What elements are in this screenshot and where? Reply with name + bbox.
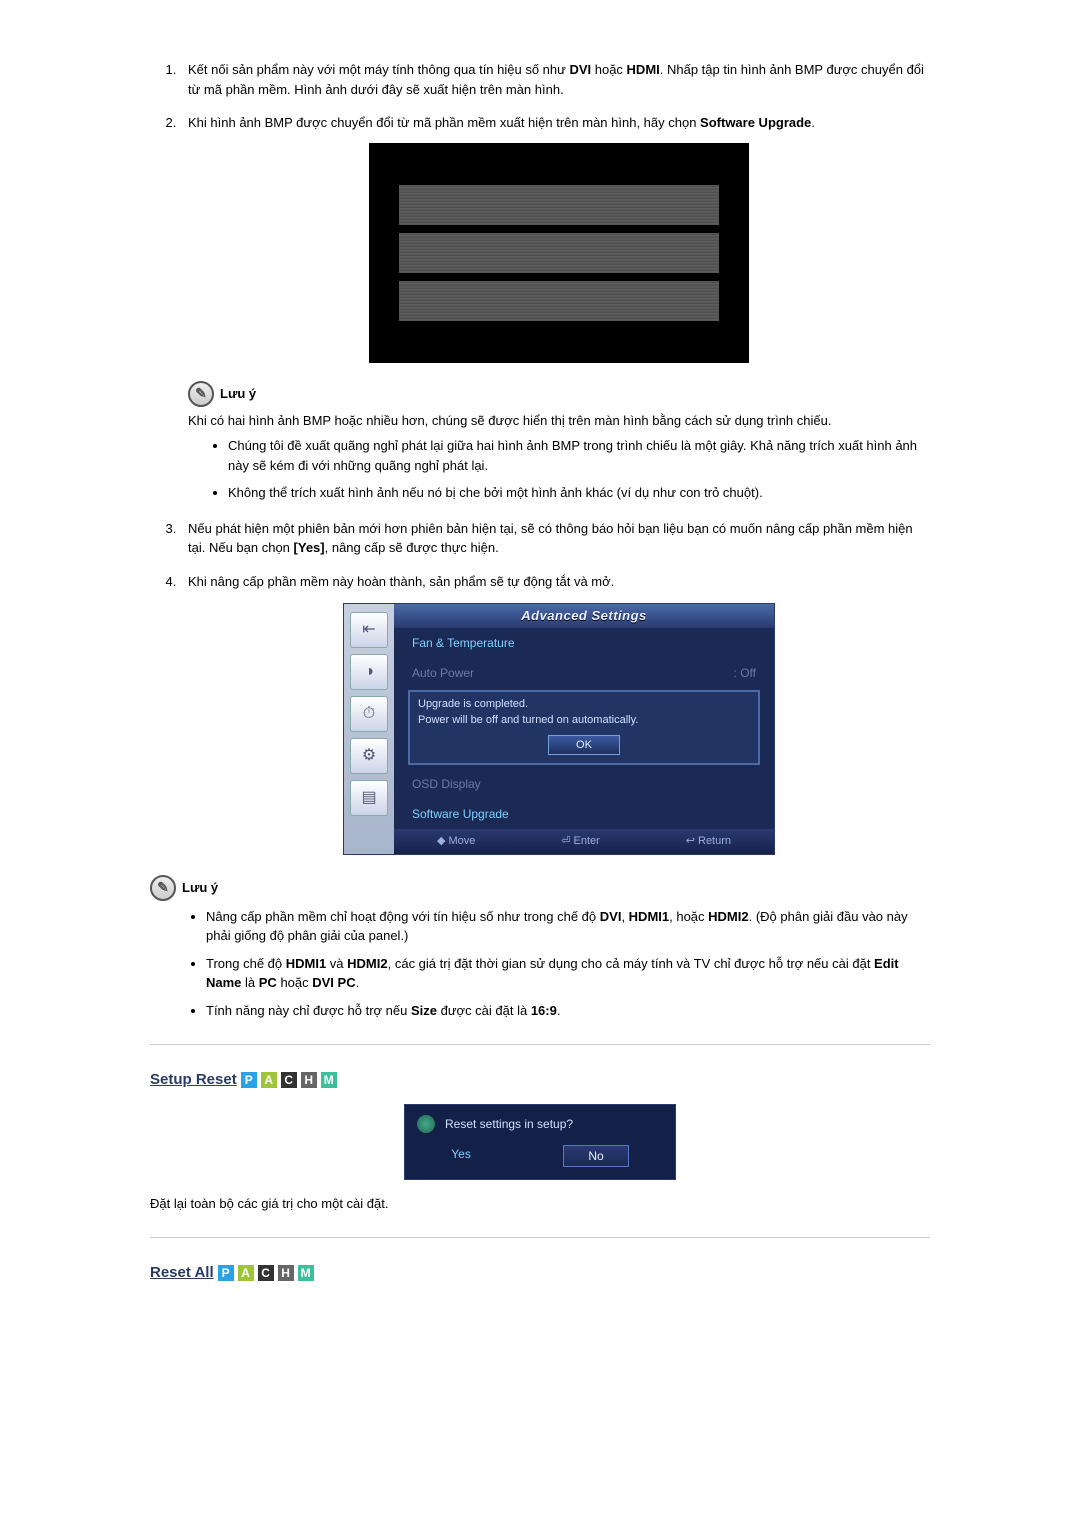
reset-no-button[interactable]: No [563,1145,628,1167]
note-icon [188,381,214,407]
note2-b1: Nâng cấp phần mềm chỉ hoạt động với tín … [206,907,930,946]
tag-m: M [321,1072,337,1088]
step-1: Kết nối sản phẩm này với một máy tính th… [180,60,930,99]
osd-icon-setup: ⚙ [350,738,388,774]
note2-b2: Trong chế độ HDMI1 và HDMI2, các giá trị… [206,954,930,993]
note1-b1: Chúng tôi đề xuất quãng nghỉ phát lại gi… [228,436,930,475]
osd-fan-row: Fan & Temperature [394,628,774,658]
tag-a: A [238,1265,254,1281]
setup-reset-heading: Setup Reset P A C H M [150,1069,930,1092]
reset-dialog: Reset settings in setup? Yes No [404,1104,676,1180]
note-label: Lưu ý [220,384,256,404]
tag-c: C [258,1265,274,1281]
bmp-slideshow-mock [369,143,749,363]
osd-screenshot: ⇤ ◑ ⏱ ⚙ ▤ Advanced Settings Fan & Temper… [343,603,775,855]
reset-question: Reset settings in setup? [445,1115,573,1133]
osd-icon-multi: ▤ [350,780,388,816]
static-bar [399,281,719,321]
osd-sidebar: ⇤ ◑ ⏱ ⚙ ▤ [344,604,394,854]
reset-all-link[interactable]: Reset All [150,1262,214,1285]
osd-autopower-row: Auto Power: Off [394,658,774,688]
divider [150,1044,930,1045]
question-icon [417,1115,435,1133]
tag-p: P [241,1072,257,1088]
note1-bullets: Chúng tôi đề xuất quãng nghỉ phát lại gi… [188,436,930,503]
osd-icon-timer: ⏱ [350,696,388,732]
setup-reset-link[interactable]: Setup Reset [150,1069,237,1092]
note-icon [150,875,176,901]
divider [150,1237,930,1238]
step-2: Khi hình ảnh BMP được chuyển đổi từ mã p… [180,113,930,503]
note1-b2: Không thể trích xuất hình ảnh nếu nó bị … [228,483,930,503]
static-bar [399,233,719,273]
static-bar [399,185,719,225]
reset-all-heading: Reset All P A C H M [150,1262,930,1285]
tag-c: C [281,1072,297,1088]
note2-b3: Tính năng này chỉ được hỗ trợ nếu Size đ… [206,1001,930,1021]
osd-footer: ◆ Move ⏎ Enter ↩ Return [394,829,774,854]
reset-description: Đặt lại toàn bộ các giá trị cho một cài … [150,1194,930,1214]
note2-bullets: Nâng cấp phần mềm chỉ hoạt động với tín … [150,907,930,1021]
osd-title: Advanced Settings [394,604,774,628]
osd-osddisplay-row: OSD Display [394,769,774,799]
note1-intro: Khi có hai hình ảnh BMP hoặc nhiều hơn, … [188,411,930,431]
osd-swupgrade-row: Software Upgrade [394,799,774,829]
step-3: Nếu phát hiện một phiên bản mới hơn phiê… [180,519,930,558]
instruction-list: Kết nối sản phẩm này với một máy tính th… [150,60,930,855]
osd-ok-button[interactable]: OK [548,735,620,756]
tag-p: P [218,1265,234,1281]
osd-icon-picture: ◑ [350,654,388,690]
step-4: Khi nâng cấp phần mềm này hoàn thành, sả… [180,572,930,855]
tag-h: H [301,1072,317,1088]
osd-icon-input: ⇤ [350,612,388,648]
note-label: Lưu ý [182,878,218,898]
tag-a: A [261,1072,277,1088]
tag-h: H [278,1265,294,1281]
reset-yes-button[interactable]: Yes [451,1145,471,1167]
tag-m: M [298,1265,314,1281]
osd-upgrade-dialog: Upgrade is completed. Power will be off … [408,690,760,766]
